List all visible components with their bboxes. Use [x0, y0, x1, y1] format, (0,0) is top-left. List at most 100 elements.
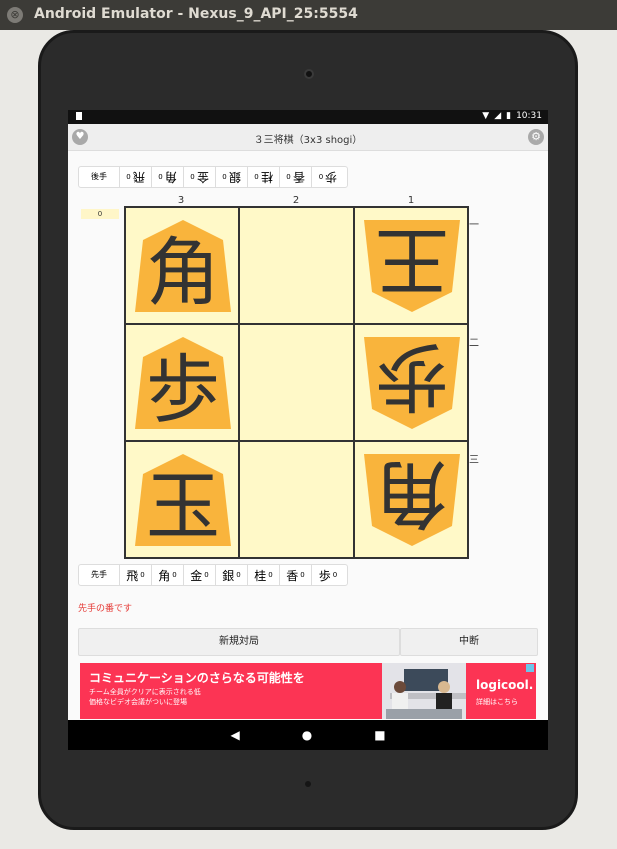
piece-name: 角 [158, 568, 171, 583]
board-square[interactable]: 角 [353, 441, 468, 558]
back-icon[interactable]: ◀ [230, 728, 239, 742]
gote-hand-piece[interactable]: 0飛 [120, 167, 152, 187]
piece-count: 0 [140, 571, 145, 579]
gote-hand-piece[interactable]: 0歩 [312, 167, 344, 187]
board-square[interactable]: 角 [125, 207, 240, 324]
shogi-board: 角 王 歩 歩 玉 角 [124, 206, 469, 559]
sente-hand-piece[interactable]: 金0 [184, 565, 216, 585]
piece-name: 香 [286, 568, 299, 583]
piece-character: 玉 [146, 463, 220, 550]
ad-brand: logicool. [476, 678, 534, 692]
sente-hand-piece[interactable]: 角0 [152, 565, 184, 585]
piece-name: 角 [164, 169, 177, 184]
piece-fu[interactable]: 歩 [131, 333, 235, 433]
battery-icon: ▮ [506, 111, 512, 121]
piece-kaku[interactable]: 角 [360, 450, 464, 550]
ad-banner[interactable]: コミュニケーションのさらなる可能性を チーム全員がクリアに表示される低 価格なビ… [80, 663, 536, 719]
navigation-bar: ◀ ● ■ [68, 720, 548, 750]
piece-count: 0 [158, 173, 163, 181]
row-label: 三 [469, 455, 479, 466]
piece-count: 0 [190, 173, 195, 181]
sente-hand-piece[interactable]: 飛0 [120, 565, 152, 585]
column-label: 1 [407, 195, 415, 206]
home-icon[interactable]: ● [302, 728, 312, 742]
piece-count: 0 [254, 173, 259, 181]
app-title: ３三将棋（3x3 shogi） [253, 135, 363, 146]
piece-ou[interactable]: 王 [360, 216, 464, 316]
gote-hand-piece[interactable]: 0桂 [248, 167, 280, 187]
piece-name: 金 [196, 169, 209, 184]
ad-headline: コミュニケーションのさらなる可能性を [89, 671, 305, 685]
column-label: 2 [292, 195, 300, 206]
piece-count: 0 [268, 571, 273, 579]
new-game-button[interactable]: 新規対局 [78, 628, 400, 656]
gote-hand-piece[interactable]: 0銀 [216, 167, 248, 187]
score-display: 0 [81, 209, 119, 219]
gote-hand-label: 後手 [79, 167, 120, 187]
sente-hand-piece[interactable]: 銀0 [216, 565, 248, 585]
board-square[interactable]: 王 [353, 207, 468, 324]
ad-detail-link[interactable]: 詳細はこちら [476, 697, 518, 707]
piece-name: 飛 [126, 568, 139, 583]
gote-hand-piece[interactable]: 0香 [280, 167, 312, 187]
board-square[interactable] [239, 441, 354, 558]
piece-character: 歩 [374, 333, 449, 420]
piece-character: 角 [374, 450, 449, 537]
sente-hand-piece[interactable]: 香0 [280, 565, 312, 585]
gote-hand-piece[interactable]: 0角 [152, 167, 184, 187]
camera-icon [304, 69, 314, 79]
piece-name: 歩 [318, 568, 331, 583]
gote-hand-piece[interactable]: 0金 [184, 167, 216, 187]
piece-count: 0 [172, 571, 177, 579]
turn-message: 先手の番です [78, 604, 133, 614]
ad-photo [382, 663, 466, 719]
signal-icon: ◢ [494, 111, 502, 121]
status-bar: ▼ ◢ ▮ 10:31 [68, 110, 548, 124]
piece-count: 0 [236, 571, 241, 579]
ad-line: 価格なビデオ会議がついに登場 [89, 698, 187, 706]
app-bar: ♥ ３三将棋（3x3 shogi） ⚙ [68, 124, 548, 151]
sente-hand: 先手 飛0 角0 金0 銀0 桂0 香0 歩0 [78, 564, 348, 586]
piece-count: 0 [204, 571, 209, 579]
recents-icon[interactable]: ■ [374, 728, 385, 742]
piece-name: 飛 [132, 169, 145, 184]
piece-name: 桂 [254, 568, 267, 583]
sente-hand-label: 先手 [79, 565, 120, 585]
piece-name: 桂 [260, 169, 273, 184]
board-square[interactable]: 歩 [353, 324, 468, 441]
gear-icon[interactable]: ⚙ [528, 129, 544, 145]
board-square[interactable]: 玉 [125, 441, 240, 558]
gote-hand: 後手 0飛 0角 0金 0銀 0桂 0香 0歩 [78, 166, 348, 188]
piece-gyoku[interactable]: 玉 [131, 450, 235, 550]
piece-fu[interactable]: 歩 [360, 333, 464, 433]
ad-description: チーム全員がクリアに表示される低 価格なビデオ会議がついに登場 [89, 687, 201, 707]
piece-name: 銀 [222, 568, 235, 583]
board-square[interactable]: 歩 [125, 324, 240, 441]
piece-count: 0 [332, 571, 338, 579]
piece-name: 歩 [325, 169, 338, 184]
piece-name: 金 [190, 568, 203, 583]
piece-name: 銀 [228, 169, 241, 184]
piece-count: 0 [286, 173, 291, 181]
window-title: Android Emulator - Nexus_9_API_25:5554 [34, 6, 358, 22]
piece-character: 歩 [146, 346, 220, 433]
piece-count: 0 [222, 173, 227, 181]
window-titlebar: ⊗ Android Emulator - Nexus_9_API_25:5554 [0, 0, 617, 30]
piece-name: 香 [292, 169, 305, 184]
row-label: 二 [469, 338, 479, 349]
piece-count: 0 [300, 571, 305, 579]
sente-hand-piece[interactable]: 桂0 [248, 565, 280, 585]
adchoices-icon[interactable] [526, 664, 534, 672]
board-square[interactable] [239, 207, 354, 324]
status-time: 10:31 [516, 111, 542, 121]
device-screen: ▼ ◢ ▮ 10:31 ♥ ３三将棋（3x3 shogi） ⚙ 後手 0飛 0角… [68, 110, 548, 750]
piece-character: 角 [146, 229, 220, 316]
ad-line: チーム全員がクリアに表示される低 [89, 688, 201, 696]
sente-hand-piece[interactable]: 歩0 [312, 565, 344, 585]
piece-kaku[interactable]: 角 [131, 216, 235, 316]
wifi-icon: ▼ [482, 111, 490, 121]
board-square[interactable] [239, 324, 354, 441]
close-icon[interactable]: ⊗ [7, 7, 23, 23]
abort-button[interactable]: 中断 [400, 628, 538, 656]
ad-photo-illustration [382, 663, 466, 719]
